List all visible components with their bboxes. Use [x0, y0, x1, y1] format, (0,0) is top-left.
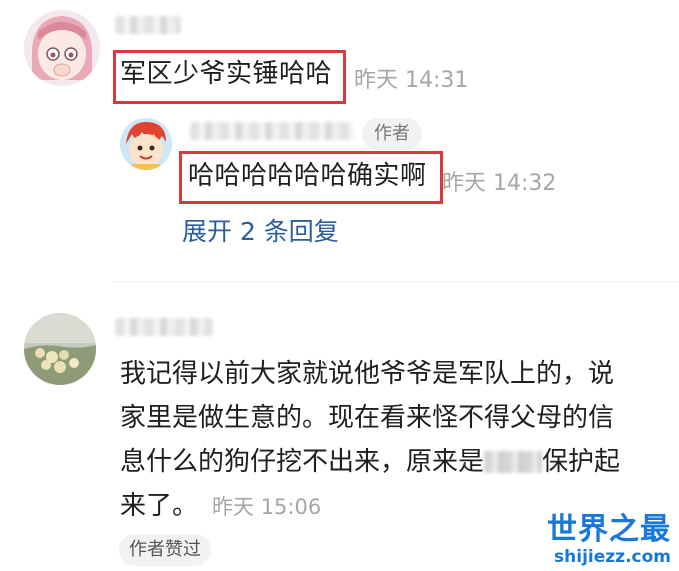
highlight-box	[113, 50, 346, 104]
username-blurred[interactable]	[115, 16, 181, 34]
author-badge: 作者	[362, 118, 422, 150]
watermark: 世界之最 shijiezz.com	[547, 512, 671, 568]
comment-line-segment: 息什么的狗仔挖不出来，原来是	[120, 447, 485, 477]
comment-body: 我记得以前大家就说他爷爷是军队上的，说 家里是做生意的。现在看来怪不得父母的信 …	[120, 352, 665, 529]
watermark-url: shijiezz.com	[554, 547, 671, 567]
divider	[112, 281, 679, 282]
watermark-title: 世界之最	[547, 512, 671, 547]
comment-line-segment: 来了。	[120, 491, 199, 521]
comment-time: 昨天 14:31	[354, 68, 469, 93]
author-avatar[interactable]	[120, 118, 172, 170]
author-name-blurred[interactable]	[190, 122, 354, 140]
comment-line-segment: 保护起	[542, 447, 621, 477]
avatar[interactable]	[24, 313, 96, 385]
comment-time: 昨天 15:06	[212, 495, 322, 519]
comment-line: 家里是做生意的。现在看来怪不得父母的信	[120, 403, 615, 433]
author-liked-badge: 作者赞过	[119, 534, 211, 566]
redacted-name	[484, 451, 543, 473]
reply-time: 昨天 14:32	[442, 171, 557, 196]
comment-line: 我记得以前大家就说他爷爷是军队上的，说	[120, 359, 615, 389]
username-blurred[interactable]	[115, 318, 213, 336]
highlight-box	[179, 151, 443, 204]
expand-replies-link[interactable]: 展开 2 条回复	[182, 212, 339, 248]
avatar[interactable]	[24, 10, 100, 86]
